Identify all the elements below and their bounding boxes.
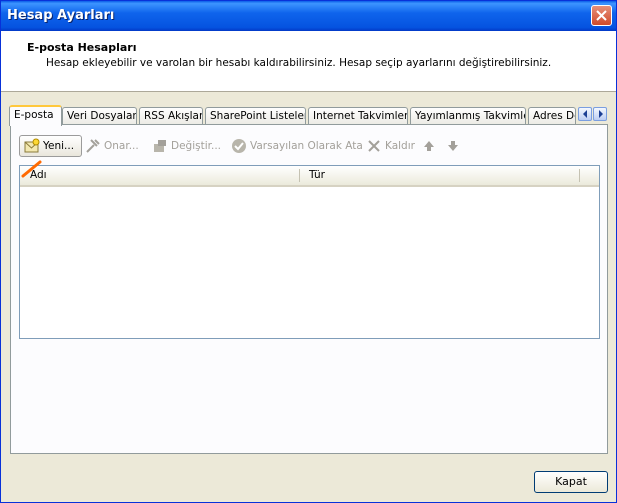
- move-down-button[interactable]: [447, 135, 459, 157]
- tab-scroll-left[interactable]: [578, 107, 592, 121]
- set-default-icon: [232, 139, 246, 153]
- close-dialog-button[interactable]: Kapat: [534, 471, 608, 493]
- tab-rss-feeds[interactable]: RSS Akışları: [139, 107, 203, 124]
- move-up-button[interactable]: [423, 135, 435, 157]
- tab-scroll-right-icon: [599, 110, 603, 118]
- column-divider[interactable]: [579, 169, 580, 182]
- set-default-label: Varsayılan Olarak Ata: [250, 140, 363, 152]
- header-title: E-posta Hesapları: [27, 41, 137, 54]
- repair-button[interactable]: Onar...: [85, 135, 139, 157]
- tab-email[interactable]: E-posta: [9, 105, 62, 126]
- move-down-icon: [448, 141, 458, 151]
- remove-label: Kaldır: [385, 140, 415, 152]
- tab-address-books[interactable]: Adres Defterleri: [528, 107, 576, 124]
- account-toolbar: Yeni... Onar... Değiştir... Varsayılan O…: [11, 135, 607, 159]
- tab-strip: E-posta Veri Dosyaları RSS Akışları Shar…: [1, 105, 616, 126]
- column-divider[interactable]: [299, 169, 300, 182]
- change-button[interactable]: Değiştir...: [152, 135, 221, 157]
- remove-icon: [368, 140, 380, 152]
- tab-scroll-left-icon: [583, 110, 587, 118]
- repair-icon: [86, 139, 100, 153]
- new-account-label: Yeni...: [43, 140, 75, 152]
- tab-published-calendars[interactable]: Yayımlanmış Takvimler: [410, 107, 526, 124]
- header-description: Hesap ekleyebilir ve varolan bir hesabı …: [46, 57, 552, 69]
- highlight-arrow-icon: [21, 160, 42, 178]
- tab-internet-calendars[interactable]: Internet Takvimleri: [308, 107, 408, 124]
- change-label: Değiştir...: [171, 140, 221, 152]
- tab-scroll-right[interactable]: [593, 107, 607, 121]
- new-account-button[interactable]: Yeni...: [19, 135, 82, 157]
- title-bar[interactable]: Hesap Ayarları: [1, 1, 616, 31]
- close-button[interactable]: [591, 5, 612, 26]
- column-header-type[interactable]: Tür: [309, 169, 325, 181]
- account-list[interactable]: Adı Tür: [19, 165, 600, 339]
- new-account-icon: [24, 138, 40, 153]
- repair-label: Onar...: [104, 140, 139, 152]
- email-tab-panel: Yeni... Onar... Değiştir... Varsayılan O…: [10, 124, 608, 454]
- remove-button[interactable]: Kaldır: [366, 135, 415, 157]
- tab-data-files[interactable]: Veri Dosyaları: [62, 107, 137, 124]
- list-header: Adı Tür: [20, 166, 599, 187]
- header-panel: E-posta Hesapları Hesap ekleyebilir ve v…: [1, 31, 616, 92]
- change-icon: [154, 140, 166, 152]
- tab-sharepoint-lists[interactable]: SharePoint Listeleri: [205, 107, 306, 124]
- window-title: Hesap Ayarları: [7, 8, 115, 23]
- account-settings-window: Hesap Ayarları E-posta Hesapları Hesap e…: [0, 0, 617, 503]
- close-icon: [596, 10, 607, 21]
- set-default-button[interactable]: Varsayılan Olarak Ata: [231, 135, 363, 157]
- move-up-icon: [424, 141, 434, 151]
